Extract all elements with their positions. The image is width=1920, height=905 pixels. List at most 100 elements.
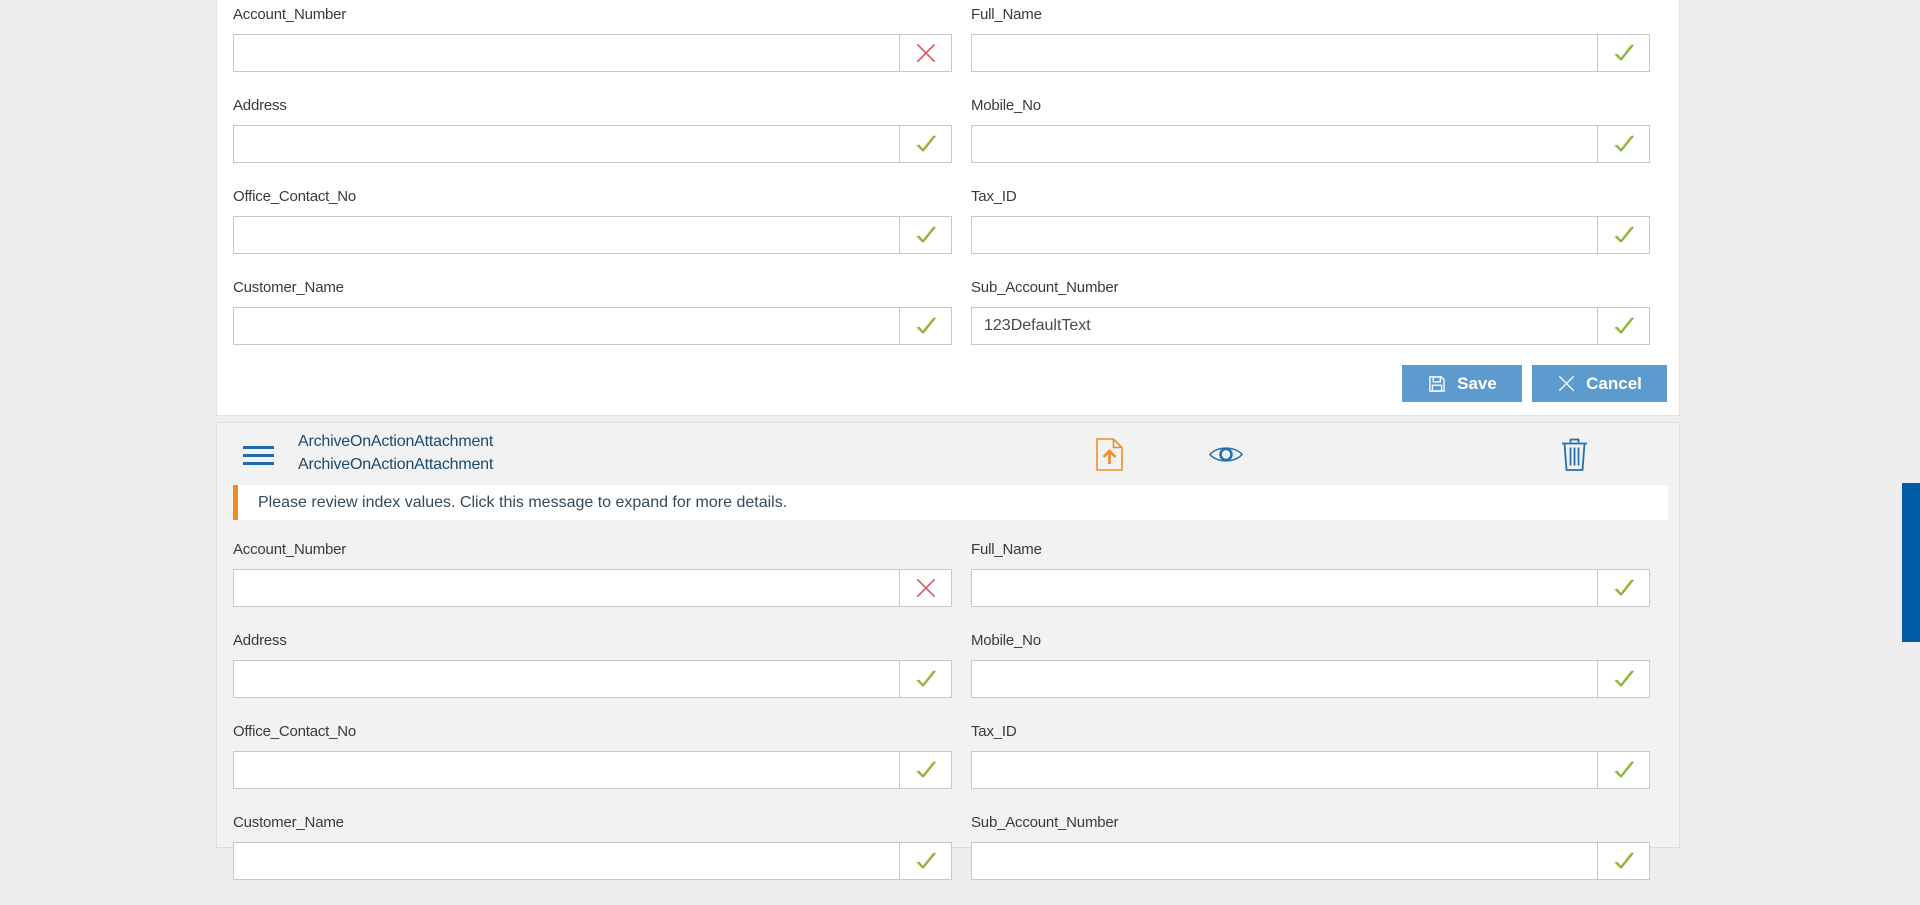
- validation-status: [899, 842, 952, 880]
- account-number-input[interactable]: [233, 34, 900, 72]
- validation-status: [899, 34, 952, 72]
- field-label: Address: [233, 632, 287, 649]
- attachment-form-section: ArchiveOnActionAttachment ArchiveOnActio…: [216, 422, 1680, 880]
- valid-check-icon: [915, 761, 936, 778]
- field-group-customer-name: Customer_Name: [233, 814, 952, 880]
- valid-check-icon: [1613, 579, 1634, 596]
- field-group-tax-id: Tax_ID: [971, 723, 1650, 789]
- validation-status: [1597, 34, 1650, 72]
- valid-check-icon: [1613, 852, 1634, 869]
- field-group-office-contact-no: Office_Contact_No: [233, 723, 952, 789]
- field-group-customer-name: Customer_Name: [233, 279, 952, 345]
- attachment-title-line-2: ArchiveOnActionAttachment: [298, 456, 494, 473]
- field-label: Mobile_No: [971, 632, 1041, 649]
- field-group-account-number: Account_Number: [233, 6, 952, 72]
- invalid-x-icon: [916, 578, 935, 598]
- record-form-section: Account_Number Full_Name Address Mobile_…: [216, 0, 1680, 416]
- tax-id-input[interactable]: [971, 216, 1598, 254]
- field-label: Full_Name: [971, 541, 1042, 558]
- valid-check-icon: [915, 317, 936, 334]
- validation-status: [1597, 216, 1650, 254]
- attachment-title-line-1: ArchiveOnActionAttachment: [298, 433, 494, 450]
- validation-status: [899, 569, 952, 607]
- attachment-title: ArchiveOnActionAttachment ArchiveOnActio…: [298, 430, 493, 476]
- field-label: Full_Name: [971, 6, 1042, 23]
- full-name-input[interactable]: [971, 34, 1598, 72]
- tax-id-input[interactable]: [971, 751, 1598, 789]
- field-label: Sub_Account_Number: [971, 279, 1119, 296]
- validation-status: [899, 307, 952, 345]
- valid-check-icon: [915, 670, 936, 687]
- valid-check-icon: [1613, 44, 1634, 61]
- cancel-button-label: Cancel: [1586, 373, 1642, 393]
- field-group-full-name: Full_Name: [971, 541, 1650, 607]
- valid-check-icon: [915, 852, 936, 869]
- office-contact-no-input[interactable]: [233, 216, 900, 254]
- field-label: Sub_Account_Number: [971, 814, 1119, 831]
- attachment-panel-header: ArchiveOnActionAttachment ArchiveOnActio…: [217, 423, 1679, 485]
- field-group-full-name: Full_Name: [971, 6, 1650, 72]
- validation-status: [1597, 751, 1650, 789]
- field-group-mobile-no: Mobile_No: [971, 97, 1650, 163]
- index-warning-message[interactable]: Please review index values. Click this m…: [233, 485, 1668, 520]
- field-group-mobile-no: Mobile_No: [971, 632, 1650, 698]
- field-label: Customer_Name: [233, 279, 344, 296]
- office-contact-no-input[interactable]: [233, 751, 900, 789]
- field-label: Office_Contact_No: [233, 188, 357, 205]
- valid-check-icon: [1613, 226, 1634, 243]
- validation-status: [899, 216, 952, 254]
- field-group-account-number: Account_Number: [233, 541, 952, 607]
- field-label: Account_Number: [233, 541, 347, 558]
- field-group-tax-id: Tax_ID: [971, 188, 1650, 254]
- full-name-input[interactable]: [971, 569, 1598, 607]
- field-label: Tax_ID: [971, 723, 1017, 740]
- customer-name-input[interactable]: [233, 842, 900, 880]
- field-label: Tax_ID: [971, 188, 1017, 205]
- attachment-form-grid: Account_Number Full_Name Address Mobile_…: [217, 520, 1679, 905]
- invalid-x-icon: [916, 43, 935, 63]
- warning-text: Please review index values. Click this m…: [258, 493, 788, 511]
- field-group-sub-account-number: Sub_Account_Number: [971, 814, 1650, 880]
- sub-account-number-input[interactable]: [971, 307, 1598, 345]
- field-group-office-contact-no: Office_Contact_No: [233, 188, 952, 254]
- valid-check-icon: [915, 226, 936, 243]
- save-button-label: Save: [1457, 373, 1497, 393]
- mobile-no-input[interactable]: [971, 660, 1598, 698]
- hamburger-menu-icon[interactable]: [243, 446, 274, 465]
- mobile-no-input[interactable]: [971, 125, 1598, 163]
- floppy-disk-icon: [1429, 375, 1445, 392]
- field-group-address: Address: [233, 632, 952, 698]
- field-label: Account_Number: [233, 6, 347, 23]
- validation-status: [1597, 307, 1650, 345]
- valid-check-icon: [1613, 761, 1634, 778]
- field-group-address: Address: [233, 97, 952, 163]
- valid-check-icon: [915, 135, 936, 152]
- sub-account-number-input[interactable]: [971, 842, 1598, 880]
- field-label: Mobile_No: [971, 97, 1041, 114]
- validation-status: [1597, 842, 1650, 880]
- field-label: Customer_Name: [233, 814, 344, 831]
- validation-status: [899, 125, 952, 163]
- record-form-grid: Account_Number Full_Name Address Mobile_…: [217, 0, 1679, 370]
- valid-check-icon: [1613, 135, 1634, 152]
- field-label: Office_Contact_No: [233, 723, 357, 740]
- save-button[interactable]: Save: [1402, 365, 1522, 402]
- validation-status: [899, 660, 952, 698]
- eye-icon[interactable]: [1209, 444, 1243, 465]
- account-number-input[interactable]: [233, 569, 900, 607]
- cancel-button[interactable]: Cancel: [1532, 365, 1667, 402]
- field-group-sub-account-number: Sub_Account_Number: [971, 279, 1650, 345]
- customer-name-input[interactable]: [233, 307, 900, 345]
- address-input[interactable]: [233, 125, 900, 163]
- form-actions: Save Cancel: [1402, 365, 1667, 402]
- validation-status: [1597, 125, 1650, 163]
- valid-check-icon: [1613, 317, 1634, 334]
- address-input[interactable]: [233, 660, 900, 698]
- validation-status: [899, 751, 952, 789]
- x-icon: [1559, 375, 1575, 392]
- trash-icon[interactable]: [1561, 438, 1588, 471]
- valid-check-icon: [1613, 670, 1634, 687]
- file-upload-icon[interactable]: [1096, 438, 1123, 471]
- validation-status: [1597, 569, 1650, 607]
- vertical-scrollbar-thumb[interactable]: [1902, 483, 1920, 642]
